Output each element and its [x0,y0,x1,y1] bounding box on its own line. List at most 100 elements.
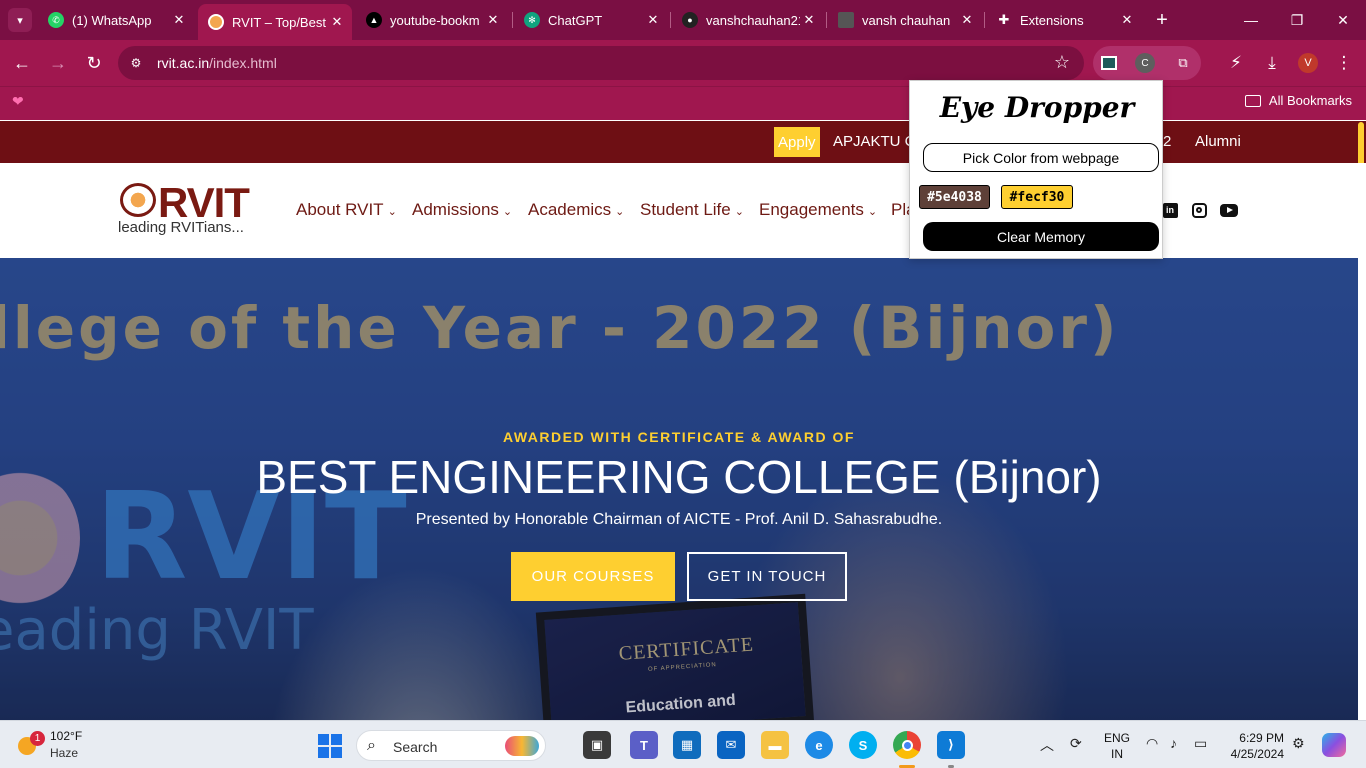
weather-widget[interactable]: 1 [16,731,45,757]
language-region: IN [1111,747,1123,761]
hero-section: llege of the Year - 2022 (Bijnor) RVIT e… [0,258,1358,720]
extensions-puzzle-icon[interactable]: ⧉ [1171,51,1195,75]
hero-title: BEST ENGINEERING COLLEGE (Bijnor) [256,451,1102,503]
topbar-link-apjaktu[interactable]: APJAKTU C [833,133,916,150]
close-icon[interactable]: ✕ [484,12,502,28]
eye-dropper-extension-icon[interactable]: C [1133,51,1157,75]
new-tab-button[interactable]: + [1150,8,1174,32]
download-icon[interactable]: ⤓ [1260,51,1284,75]
menu-engagements[interactable]: Engagements ⌄ [759,200,877,220]
language-indicator[interactable]: ENG IN [1104,730,1130,762]
chevron-down-icon: ⌄ [387,206,397,218]
youtube-icon[interactable] [1219,200,1239,220]
apply-link[interactable]: Apply [774,127,820,157]
tab-vansh-chauhan[interactable]: vansh chauhan ✕ [828,6,982,34]
get-in-touch-button[interactable]: GET IN TOUCH [687,552,847,601]
linkedin-icon[interactable]: in [1160,200,1180,220]
logo-tagline: leading RVITians... [118,219,244,236]
tab-title: youtube-bookm [390,12,480,28]
minimize-button[interactable]: — [1236,8,1266,32]
language-code: ENG [1104,731,1131,745]
url-domain: rvit.ac.in [157,55,210,71]
menu-student-life[interactable]: Student Life ⌄ [640,200,744,220]
url-path: /index.html [209,55,277,71]
site-logo[interactable]: RVIT leading RVITians... [118,179,268,241]
tab-extensions[interactable]: ✚ Extensions ✕ [986,6,1142,34]
file-explorer-icon[interactable]: ▬ [761,731,789,759]
reload-button[interactable]: ↻ [82,51,106,75]
menu-academics[interactable]: Academics ⌄ [528,200,624,220]
profile-avatar[interactable]: V [1298,53,1318,73]
back-button[interactable]: ← [10,51,34,75]
extensions-group: C ⧉ [1093,46,1201,80]
all-bookmarks-button[interactable]: All Bookmarks [1244,93,1352,108]
bookmark-star-icon[interactable]: ☆ [1054,52,1070,73]
clock-date: 4/25/2024 [1230,747,1284,761]
chevron-down-icon: ⌄ [615,206,625,218]
color-swatch-1[interactable]: #5e4038 [919,185,990,209]
site-info-icon[interactable]: ⚙ [128,55,144,71]
close-icon[interactable]: ✕ [958,12,976,28]
heart-bookmark-icon[interactable]: ❤ [12,93,24,110]
tab-whatsapp[interactable]: ✆ (1) WhatsApp ✕ [38,6,194,34]
edge-icon[interactable]: e [805,731,833,759]
tab-search-button[interactable]: ▾ [8,8,32,32]
notification-icon[interactable]: ⚙ [1292,735,1305,752]
address-bar[interactable]: ⚙ rvit.ac.in/index.html ☆ [118,46,1084,80]
topbar-link-alumni[interactable]: Alumni [1195,133,1241,150]
close-icon[interactable]: ✕ [800,12,818,28]
vscode-icon[interactable]: ⟩ [937,731,965,759]
tab-separator [826,12,827,28]
search-highlight-icon [505,736,539,756]
instagram-icon[interactable] [1189,200,1209,220]
extension-window-icon[interactable] [1097,51,1121,75]
start-button[interactable] [318,734,342,758]
tab-youtube-bookmarks[interactable]: ▲ youtube-bookm ✕ [356,6,508,34]
color-swatch-2[interactable]: #fecf30 [1001,185,1073,209]
chatgpt-icon: ✻ [524,12,540,28]
url-text[interactable]: rvit.ac.in/index.html [157,55,277,71]
copilot-icon[interactable] [1322,733,1346,757]
topbar-link-partial[interactable]: 2 [1163,133,1171,150]
tab-rvit[interactable]: RVIT – Top/Best ✕ [198,4,352,40]
close-icon[interactable]: ✕ [170,12,188,28]
menu-admissions[interactable]: Admissions ⌄ [412,200,512,220]
volume-icon[interactable]: ♪ [1170,735,1177,751]
tab-title: (1) WhatsApp [72,12,152,28]
hero-subtitle: Presented by Honorable Chairman of AICTE… [415,511,943,528]
chevron-down-icon: ⌄ [502,206,513,218]
github-icon: ● [682,12,698,28]
sync-icon[interactable]: ⟳ [1070,735,1082,752]
window-close-button[interactable]: ✕ [1328,8,1358,32]
task-view-icon[interactable]: ▣ [583,731,611,759]
menu-about[interactable]: About RVIT ⌄ [296,200,397,220]
mail-icon[interactable]: ✉ [717,731,745,759]
tab-separator [984,12,985,28]
show-hidden-icons-chevron[interactable]: ︿ [1040,735,1054,755]
chrome-icon[interactable] [893,731,921,759]
performance-icon[interactable]: ⚡ [1224,51,1248,75]
tab-chatgpt[interactable]: ✻ ChatGPT ✕ [514,6,668,34]
weather-condition: Haze [50,746,79,760]
folder-icon [1244,94,1261,107]
tab-github[interactable]: ● vanshchauhan21 ✕ [672,6,824,34]
puzzle-icon: ✚ [998,12,1010,27]
chrome-menu-icon[interactable]: ⋮ [1332,51,1356,75]
wifi-icon[interactable]: ◠ [1146,735,1158,752]
close-icon[interactable]: ✕ [1118,12,1136,28]
restore-button[interactable]: ❐ [1282,8,1312,32]
battery-icon[interactable]: ▭ [1194,735,1207,752]
pick-color-button[interactable]: Pick Color from webpage [923,143,1159,172]
teams-icon[interactable]: T [630,731,658,759]
skype-icon[interactable]: S [849,731,877,759]
microsoft-store-icon[interactable]: ▦ [673,731,701,759]
search-placeholder: Search [393,739,438,755]
clear-memory-button[interactable]: Clear Memory [923,222,1159,251]
taskbar-search[interactable]: ⌕ Search [356,730,546,761]
forward-button[interactable]: → [46,51,70,75]
close-icon[interactable]: ✕ [328,14,346,30]
search-icon: ⌕ [367,737,376,754]
close-icon[interactable]: ✕ [644,12,662,28]
our-courses-button[interactable]: OUR COURSES [511,552,675,601]
system-clock[interactable]: 6:29 PM 4/25/2024 [1226,730,1284,762]
